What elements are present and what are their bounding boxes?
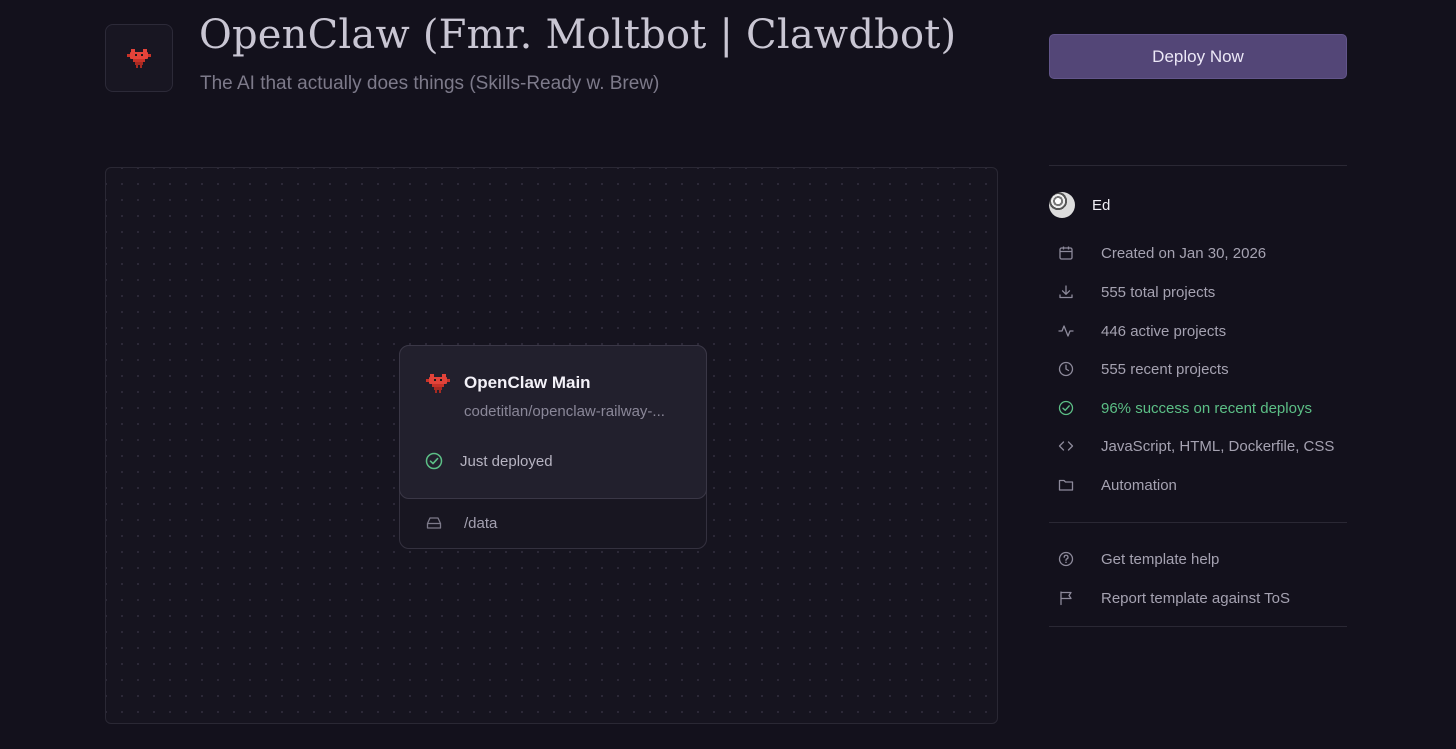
sidebar-divider bbox=[1049, 522, 1347, 523]
lobster-icon bbox=[127, 49, 151, 68]
get-template-help-link[interactable]: Get template help bbox=[1057, 550, 1219, 568]
service-card-main[interactable]: OpenClaw Main codetitlan/openclaw-railwa… bbox=[399, 345, 707, 499]
service-repo: codetitlan/openclaw-railway-... bbox=[464, 403, 665, 420]
meta-created: Created on Jan 30, 2026 bbox=[1057, 244, 1266, 262]
page-subtitle: The AI that actually does things (Skills… bbox=[200, 73, 660, 94]
service-card[interactable]: OpenClaw Main codetitlan/openclaw-railwa… bbox=[399, 345, 707, 549]
service-status: Just deployed bbox=[460, 453, 553, 470]
help-circle-icon bbox=[1057, 550, 1075, 568]
volume-mount-path: /data bbox=[464, 515, 498, 532]
meta-recent-projects: 555 recent projects bbox=[1057, 360, 1229, 378]
template-logo bbox=[105, 24, 173, 92]
calendar-icon bbox=[1057, 244, 1075, 262]
meta-languages: JavaScript, HTML, Dockerfile, CSS bbox=[1057, 437, 1334, 455]
folder-icon bbox=[1057, 476, 1075, 494]
download-icon bbox=[1057, 283, 1075, 301]
meta-total-projects: 555 total projects bbox=[1057, 283, 1215, 301]
template-page: OpenClaw (Fmr. Moltbot | Clawdbot) The A… bbox=[0, 0, 1456, 749]
deploy-now-button[interactable]: Deploy Now bbox=[1049, 34, 1347, 79]
service-name: OpenClaw Main bbox=[464, 373, 591, 392]
clock-icon bbox=[1057, 360, 1075, 378]
lobster-icon bbox=[426, 374, 450, 393]
author-name: Ed bbox=[1092, 196, 1111, 214]
meta-active-projects: 446 active projects bbox=[1057, 322, 1226, 340]
report-template-link[interactable]: Report template against ToS bbox=[1057, 589, 1290, 607]
code-icon bbox=[1057, 437, 1075, 455]
hard-drive-icon bbox=[426, 517, 442, 529]
page-title: OpenClaw (Fmr. Moltbot | Clawdbot) bbox=[199, 12, 957, 58]
architecture-canvas[interactable]: OpenClaw Main codetitlan/openclaw-railwa… bbox=[105, 167, 998, 724]
check-circle-icon bbox=[425, 452, 443, 470]
sidebar-divider bbox=[1049, 165, 1347, 166]
meta-success-rate: 96% success on recent deploys bbox=[1057, 399, 1312, 417]
meta-category: Automation bbox=[1057, 476, 1177, 494]
flag-icon bbox=[1057, 589, 1075, 607]
sidebar-divider bbox=[1049, 626, 1347, 627]
avatar bbox=[1049, 192, 1075, 218]
activity-icon bbox=[1057, 322, 1075, 340]
author-row[interactable]: Ed bbox=[1049, 192, 1110, 218]
check-circle-icon bbox=[1057, 399, 1075, 417]
